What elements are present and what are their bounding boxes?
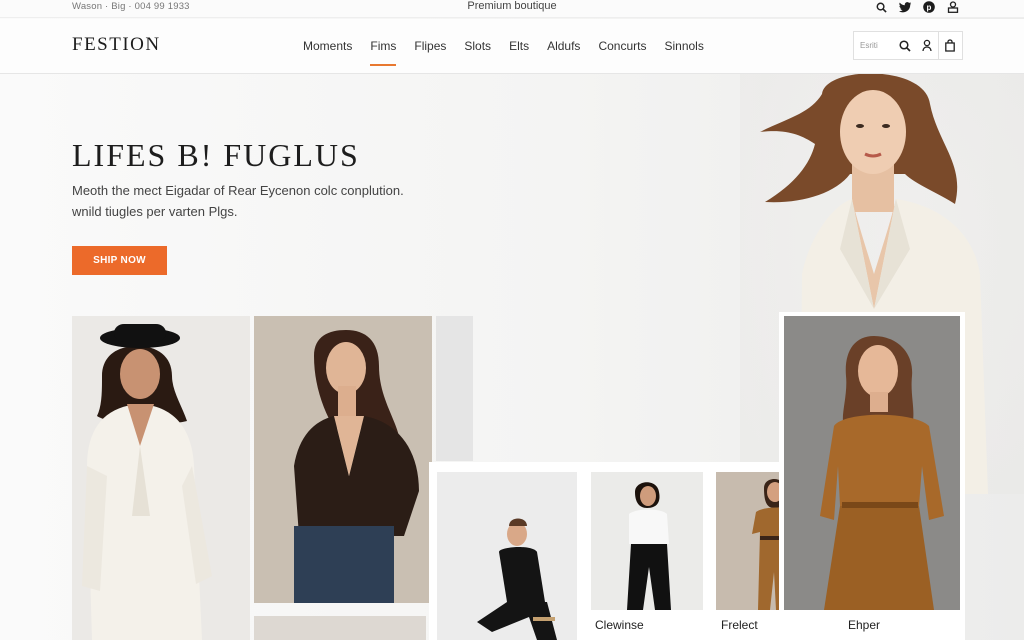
boutique-page: Wason · Big · 004 99 1933 Premium boutiq… [0,0,1024,640]
nav-item-sinnols[interactable]: Sinnols [664,39,703,61]
main-navigation: FESTION Moments Fims Flipes Slots Elts A… [0,19,1024,74]
nav-tools: Esriti [853,31,963,60]
product-caption-2[interactable]: Frelect [721,618,758,632]
user-icon[interactable] [946,0,960,14]
product-image-white-coat[interactable] [72,316,250,640]
product-image-partial[interactable] [254,616,426,640]
nav-item-moments[interactable]: Moments [303,39,352,61]
account-icon[interactable] [916,32,938,59]
product-image-sitting[interactable] [437,472,577,640]
twitter-icon[interactable] [898,0,912,14]
svg-text:p: p [927,3,932,12]
search-input[interactable]: Esriti [854,41,894,50]
hero-title: LIFES B! FUGLUS [72,137,360,173]
product-image-wrap-top[interactable] [254,316,432,603]
brand-logo[interactable]: FESTION [72,34,161,56]
cart-icon[interactable] [939,32,961,59]
hero-subtitle: Meoth the mect Eigadar of Rear Eycenon c… [72,183,404,219]
photo-strip [436,316,473,461]
product-image-caramel[interactable] [784,316,960,610]
top-utility-bar: Wason · Big · 004 99 1933 Premium boutiq… [0,0,1024,18]
nav-item-slots[interactable]: Slots [464,39,491,61]
product-image-white-top[interactable] [591,472,703,610]
nav-item-aldufs[interactable]: Aldufs [547,39,580,61]
product-caption-3[interactable]: Ehper [848,618,880,632]
product-caption-1[interactable]: Clewinse [595,618,644,632]
nav-item-elts[interactable]: Elts [509,39,529,61]
nav-item-flipes[interactable]: Flipes [414,39,446,61]
nav-menu: Moments Fims Flipes Slots Elts Aldufs Co… [303,39,722,66]
nav-item-fims[interactable]: Fims [370,39,397,66]
top-icons: p [874,0,960,14]
pinterest-icon[interactable]: p [922,0,936,14]
nav-item-concurts[interactable]: Concurts [598,39,646,61]
search-icon[interactable] [874,0,888,14]
search-icon[interactable] [894,32,916,59]
tagline: Premium boutique [467,0,557,12]
shop-now-button[interactable]: SHIP NOW [72,246,167,275]
